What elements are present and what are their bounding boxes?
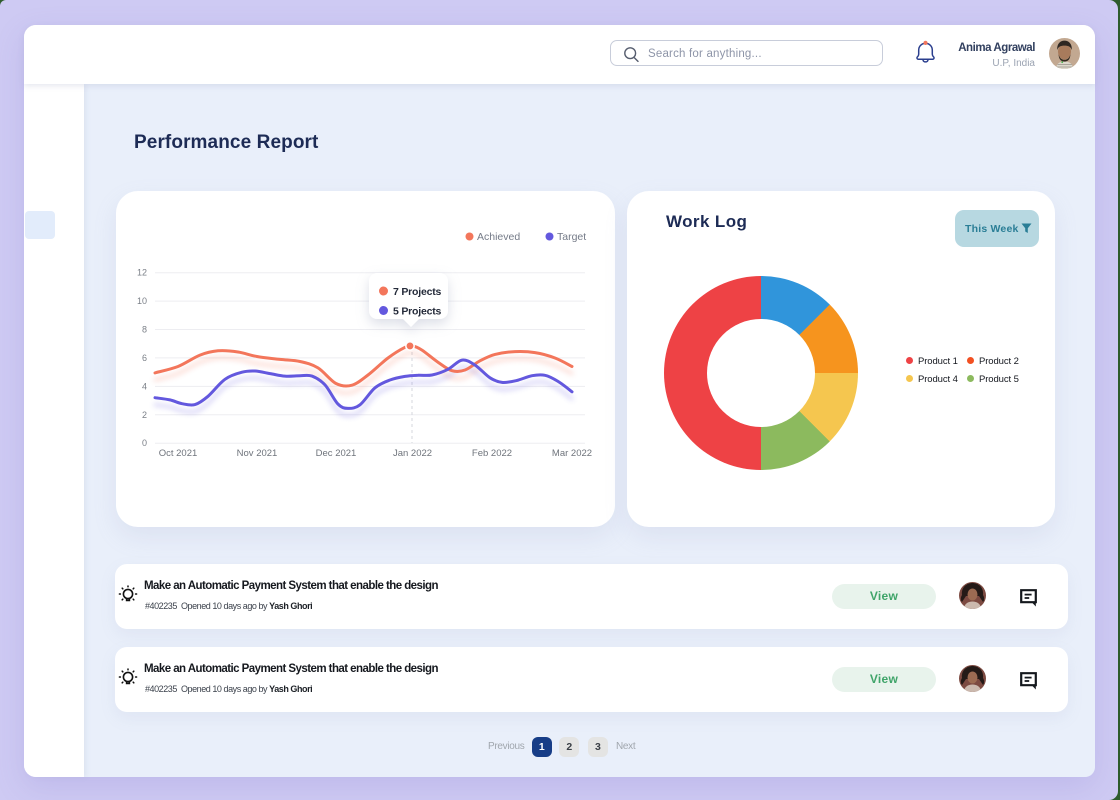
svg-text:7 Projects: 7 Projects bbox=[393, 286, 442, 298]
svg-text:Achieved: Achieved bbox=[477, 231, 520, 243]
svg-text:12: 12 bbox=[137, 268, 147, 278]
svg-text:Dec 2021: Dec 2021 bbox=[316, 448, 357, 459]
svg-text:Mar 2022: Mar 2022 bbox=[552, 448, 592, 459]
svg-text:Feb 2022: Feb 2022 bbox=[472, 448, 512, 459]
svg-text:0: 0 bbox=[142, 438, 147, 448]
svg-text:4: 4 bbox=[142, 381, 147, 391]
svg-text:Nov 2021: Nov 2021 bbox=[237, 448, 278, 459]
svg-text:5 Projects: 5 Projects bbox=[393, 306, 442, 318]
svg-text:8: 8 bbox=[142, 325, 147, 335]
svg-text:6: 6 bbox=[142, 353, 147, 363]
svg-text:10: 10 bbox=[137, 296, 147, 306]
svg-text:Jan 2022: Jan 2022 bbox=[393, 448, 432, 459]
svg-text:2: 2 bbox=[142, 410, 147, 420]
svg-text:Target: Target bbox=[557, 231, 586, 243]
svg-text:Oct 2021: Oct 2021 bbox=[159, 448, 198, 459]
